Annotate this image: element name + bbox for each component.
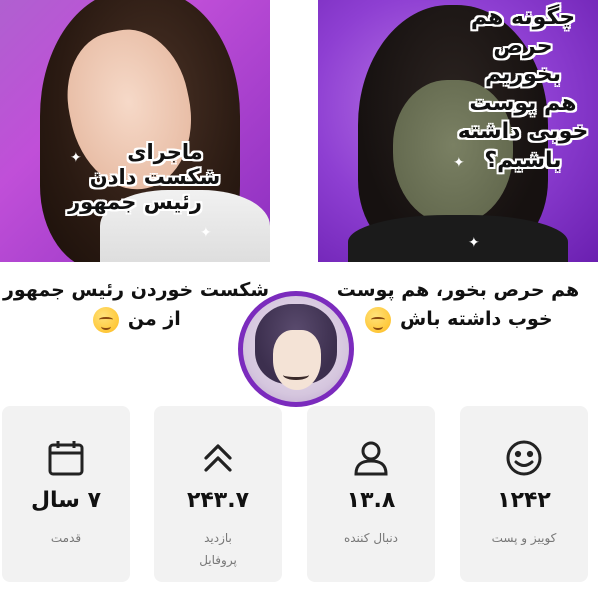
relieved-emoji-icon <box>365 306 392 333</box>
caption-line: هم حرص بخور، هم پوست <box>336 279 580 301</box>
caption-line-with-emoji: خوب داشته باش <box>318 305 598 334</box>
overlay-line: هم پوست <box>469 90 577 116</box>
caption-line: از من <box>127 308 181 331</box>
post-thumbnail-president[interactable]: ✦ ✦ ماجرای شکست دادن رئیس جمهور <box>0 0 270 262</box>
thumbnail-overlay-text: ماجرای شکست دادن رئیس جمهور <box>5 140 255 216</box>
smirk-emoji-icon <box>93 306 120 333</box>
sparkle-icon: ✦ <box>468 235 480 251</box>
overlay-line: حرص <box>493 33 553 59</box>
caption-line: شکست خوردن رئیس جمهور <box>2 279 270 301</box>
stat-label: قدمت <box>50 531 82 545</box>
overlay-line: شکست دادن <box>89 165 221 190</box>
stat-card-quizzes-posts: ۱۲۴۲ کوییز و پست <box>460 406 588 582</box>
stat-card-followers: ۱۳.۸ دنبال کننده <box>307 406 435 582</box>
stat-label: کوییز و پست <box>491 531 557 545</box>
stat-label: دنبال کننده <box>343 531 399 545</box>
sparkle-icon: ✦ <box>200 225 212 241</box>
overlay-line: خوبی داشته <box>457 119 589 145</box>
avatar-smile <box>283 370 309 380</box>
stat-card-profile-views: ۲۴۳.۷ بازدید پروفایل <box>154 406 282 582</box>
overlay-line: بخوریم <box>484 62 562 88</box>
thumbnail-overlay-text: چگونه هم حرص بخوریم هم پوست خوبی داشته ب… <box>448 4 598 176</box>
stat-value: ۱۲۴۲ <box>497 488 551 513</box>
stat-label: بازدید پروفایل <box>154 528 282 571</box>
post-caption[interactable]: هم حرص بخور، هم پوست خوب داشته باش <box>318 276 598 335</box>
overlay-line: چگونه هم <box>470 5 576 30</box>
photo-body <box>348 215 568 262</box>
stat-value: ۲۴۳.۷ <box>186 488 250 513</box>
overlay-line: ماجرای <box>127 140 203 164</box>
chevron-double-up-icon <box>154 436 282 480</box>
stat-value: ۷ سال <box>30 488 102 513</box>
smiley-icon <box>460 436 588 480</box>
caption-line-with-emoji: از من <box>0 305 272 334</box>
stat-label-line: بازدید <box>204 531 232 545</box>
user-icon <box>307 436 435 480</box>
overlay-line: باشیم؟ <box>484 147 562 173</box>
calendar-icon <box>2 436 130 480</box>
stat-label-line: پروفایل <box>199 552 237 567</box>
overlay-line: رئیس جمهور <box>68 190 202 215</box>
stat-card-age: ۷ سال قدمت <box>2 406 130 582</box>
post-caption[interactable]: شکست خوردن رئیس جمهور از من <box>0 276 272 335</box>
profile-avatar[interactable] <box>238 291 354 407</box>
caption-line: خوب داشته باش <box>399 308 553 331</box>
stat-value: ۱۳.۸ <box>346 488 396 513</box>
avatar-face <box>273 330 321 390</box>
